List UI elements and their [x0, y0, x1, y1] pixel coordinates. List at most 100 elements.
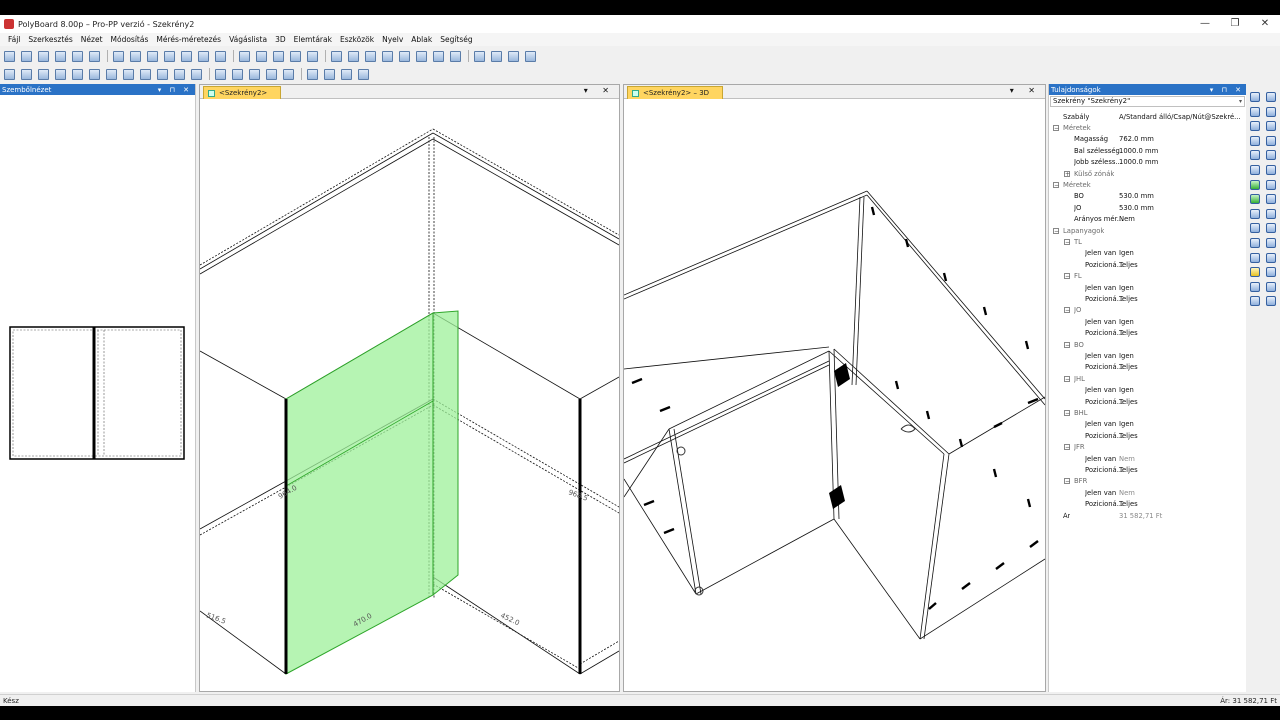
property-value[interactable]: Nem — [1119, 455, 1245, 463]
library-tool-icon[interactable] — [1250, 92, 1260, 102]
collapse-icon[interactable]: − — [1064, 478, 1070, 485]
library-tool-icon[interactable] — [1266, 92, 1276, 102]
property-row[interactable]: Jelen van Igen — [1049, 350, 1247, 361]
collapse-icon[interactable]: − — [1064, 341, 1070, 348]
property-value[interactable]: 530.0 mm — [1119, 204, 1245, 212]
toolbar-button-icon[interactable] — [4, 68, 15, 80]
property-row[interactable]: Bal szélesség 1000.0 mm — [1049, 145, 1247, 156]
library-tool-icon[interactable] — [1250, 165, 1260, 175]
tab-plan-view[interactable]: <Szekrény2> — [203, 86, 281, 99]
toolbar-button-icon[interactable] — [290, 50, 301, 62]
property-group[interactable]: − JO — [1049, 305, 1247, 316]
menu-item[interactable]: Ablak — [411, 35, 432, 44]
property-row[interactable]: Jelen van Igen — [1049, 419, 1247, 430]
property-value[interactable]: Teljes — [1119, 432, 1245, 440]
toolbar-button-icon[interactable] — [307, 50, 318, 62]
toolbar-button-icon[interactable] — [324, 68, 335, 80]
library-tool-icon[interactable] — [1266, 165, 1276, 175]
property-value[interactable]: Teljes — [1119, 398, 1245, 406]
property-value[interactable]: 530.0 mm — [1119, 192, 1245, 200]
property-group[interactable]: − Lapanyagok — [1049, 225, 1247, 236]
property-value[interactable]: Igen — [1119, 284, 1245, 292]
property-group[interactable]: + Külső zónák — [1049, 168, 1247, 179]
library-tool-icon[interactable] — [1266, 121, 1276, 132]
front-view-controls[interactable]: ▾ ⊓ ✕ — [158, 86, 192, 94]
property-value[interactable]: A/Standard álló/Csap/Nút@Szekré... — [1119, 113, 1245, 121]
property-value[interactable]: 31 582,71 Ft — [1119, 512, 1245, 520]
property-row[interactable]: Jelen van Igen — [1049, 248, 1247, 259]
property-group[interactable]: − JFR — [1049, 442, 1247, 453]
toolbar-button-icon[interactable] — [215, 50, 226, 62]
property-value[interactable]: Teljes — [1119, 261, 1245, 269]
library-tool-icon[interactable] — [1266, 194, 1276, 205]
property-group[interactable]: − JHL — [1049, 373, 1247, 384]
property-group[interactable]: − Méretek — [1049, 179, 1247, 190]
menu-item[interactable]: Fájl — [8, 35, 20, 44]
menu-item[interactable]: Nyelv — [382, 35, 403, 44]
property-row[interactable]: JO 530.0 mm — [1049, 202, 1247, 213]
toolbar-button-icon[interactable] — [348, 50, 359, 62]
toolbar-button-icon[interactable] — [72, 50, 83, 62]
toolbar-button-icon[interactable] — [198, 50, 209, 62]
property-row[interactable]: Ár 31 582,71 Ft — [1049, 510, 1247, 521]
menu-item[interactable]: Elemtárak — [294, 35, 332, 44]
property-group[interactable]: − Méretek — [1049, 122, 1247, 133]
3d-view[interactable]: <Szekrény2> – 3D ▾ ✕ — [623, 84, 1046, 692]
property-row[interactable]: Jelen van Igen — [1049, 282, 1247, 293]
property-value[interactable]: Teljes — [1119, 329, 1245, 337]
property-group[interactable]: − TL — [1049, 236, 1247, 247]
maximize-button[interactable]: ❐ — [1220, 15, 1250, 33]
property-row[interactable]: Pozicioná... Teljes — [1049, 430, 1247, 441]
selected-panel[interactable] — [285, 310, 459, 675]
property-row[interactable]: Pozicioná... Teljes — [1049, 259, 1247, 270]
collapse-icon[interactable]: − — [1064, 375, 1070, 382]
collapse-icon[interactable]: − — [1064, 410, 1070, 417]
property-value[interactable]: Igen — [1119, 318, 1245, 326]
library-tool-icon[interactable] — [1250, 238, 1260, 248]
toolbar-button-icon[interactable] — [525, 50, 536, 62]
collapse-icon[interactable]: − — [1064, 273, 1070, 280]
library-tool-icon[interactable] — [1266, 238, 1276, 248]
toolbar-button-icon[interactable] — [273, 50, 284, 62]
collapse-icon[interactable]: − — [1064, 444, 1070, 451]
library-tool-icon[interactable] — [1266, 135, 1276, 146]
library-tool-icon[interactable] — [1250, 150, 1260, 161]
property-row[interactable]: Jobb széless... 1000.0 mm — [1049, 157, 1247, 168]
property-group[interactable]: − BO — [1049, 339, 1247, 350]
property-value[interactable]: Teljes — [1119, 295, 1245, 303]
toolbar-button-icon[interactable] — [256, 50, 267, 62]
collapse-icon[interactable]: − — [1053, 182, 1059, 189]
collapse-icon[interactable]: − — [1053, 227, 1059, 234]
library-tool-icon[interactable] — [1250, 223, 1260, 234]
toolbar-button-icon[interactable] — [266, 68, 277, 80]
toolbar-button-icon[interactable] — [249, 68, 260, 80]
toolbar-button-icon[interactable] — [358, 68, 369, 80]
3d-view-drawing[interactable] — [624, 99, 1045, 691]
toolbar-button-icon[interactable] — [307, 68, 318, 80]
minimize-button[interactable]: — — [1190, 15, 1220, 33]
toolbar-button-icon[interactable] — [191, 68, 202, 80]
library-tool-icon[interactable] — [1266, 267, 1276, 278]
library-tool-icon[interactable] — [1250, 252, 1260, 263]
menu-item[interactable]: Módosítás — [111, 35, 149, 44]
property-group[interactable]: − FL — [1049, 271, 1247, 282]
toolbar-button-icon[interactable] — [89, 68, 100, 80]
property-value[interactable]: Nem — [1119, 489, 1245, 497]
toolbar-button-icon[interactable] — [38, 50, 49, 62]
library-tool-icon[interactable] — [1250, 296, 1260, 307]
toolbar-button-icon[interactable] — [174, 68, 185, 80]
toolbar-button-icon[interactable] — [450, 50, 461, 62]
library-tool-icon[interactable] — [1266, 179, 1276, 190]
toolbar-button-icon[interactable] — [147, 50, 158, 62]
property-value[interactable]: Igen — [1119, 386, 1245, 394]
property-row[interactable]: Szabály A/Standard álló/Csap/Nút@Szekré..… — [1049, 111, 1247, 122]
library-tool-icon[interactable] — [1250, 179, 1260, 190]
property-row[interactable]: Jelen van Nem — [1049, 487, 1247, 498]
toolbar-button-icon[interactable] — [416, 50, 427, 62]
toolbar-button-icon[interactable] — [89, 50, 100, 62]
toolbar-button-icon[interactable] — [491, 50, 502, 62]
property-value[interactable]: 1000.0 mm — [1119, 147, 1245, 155]
properties-controls[interactable]: ▾ ⊓ ✕ — [1210, 86, 1244, 94]
close-button[interactable]: ✕ — [1250, 15, 1280, 33]
property-row[interactable]: Pozicioná... Teljes — [1049, 362, 1247, 373]
